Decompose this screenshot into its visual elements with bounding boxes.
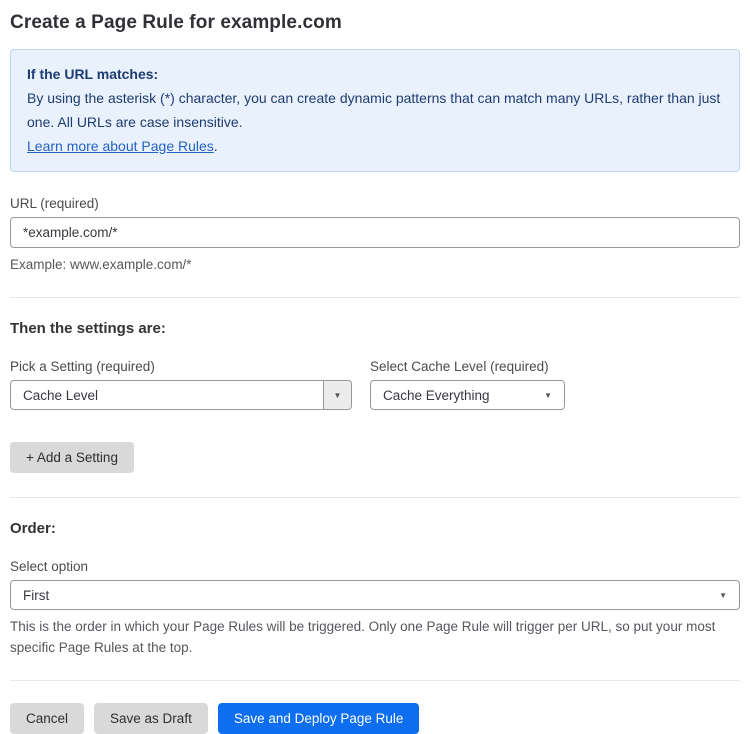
setting-select[interactable]: Cache Level ▼ (10, 380, 352, 410)
learn-more-link[interactable]: Learn more about Page Rules (27, 138, 214, 154)
divider (10, 680, 740, 681)
save-draft-button[interactable]: Save as Draft (94, 703, 208, 734)
info-box-link-line: Learn more about Page Rules. (27, 134, 723, 158)
info-box-body: By using the asterisk (*) character, you… (27, 90, 721, 130)
url-field-label: URL (required) (10, 196, 99, 211)
divider (10, 497, 740, 498)
url-field-group: URL (required) Example: www.example.com/… (10, 196, 740, 275)
chevron-down-icon: ▼ (544, 390, 552, 400)
cancel-button[interactable]: Cancel (10, 703, 85, 734)
link-suffix: . (213, 138, 218, 154)
setting-picker-group: Pick a Setting (required) Cache Level ▼ (10, 359, 352, 410)
divider (10, 297, 740, 298)
form-actions: Cancel Save as Draft Save and Deploy Pag… (10, 703, 740, 734)
cache-level-select[interactable]: Cache Everything ▼ (370, 380, 565, 410)
order-select-label: Select option (10, 559, 89, 574)
order-field-group: Select option First ▼ This is the order … (10, 559, 740, 658)
cache-level-picker-label: Select Cache Level (required) (370, 359, 549, 374)
order-section-heading: Order: (10, 520, 56, 537)
setting-select-value: Cache Level (23, 387, 99, 403)
cache-level-select-value: Cache Everything (383, 387, 490, 403)
chevron-down-icon[interactable]: ▼ (323, 381, 351, 409)
settings-section-heading: Then the settings are: (10, 320, 166, 337)
page-title: Create a Page Rule for example.com (10, 12, 342, 33)
url-input[interactable] (10, 217, 740, 248)
info-box-heading: If the URL matches: (27, 66, 159, 82)
add-setting-button[interactable]: + Add a Setting (10, 442, 134, 473)
url-match-info-box: If the URL matches: By using the asteris… (10, 49, 740, 172)
order-field-hint: This is the order in which your Page Rul… (10, 619, 716, 655)
cache-level-picker-group: Select Cache Level (required) Cache Ever… (370, 359, 565, 410)
order-select[interactable]: First ▼ (10, 580, 740, 610)
chevron-down-icon: ▼ (719, 590, 727, 600)
url-field-hint: Example: www.example.com/* (10, 257, 192, 272)
page-rule-form: Create a Page Rule for example.com If th… (0, 0, 750, 734)
setting-picker-label: Pick a Setting (required) (10, 359, 155, 374)
save-deploy-button[interactable]: Save and Deploy Page Rule (217, 703, 420, 734)
settings-row: Pick a Setting (required) Cache Level ▼ … (10, 359, 740, 410)
order-select-value: First (23, 587, 50, 603)
